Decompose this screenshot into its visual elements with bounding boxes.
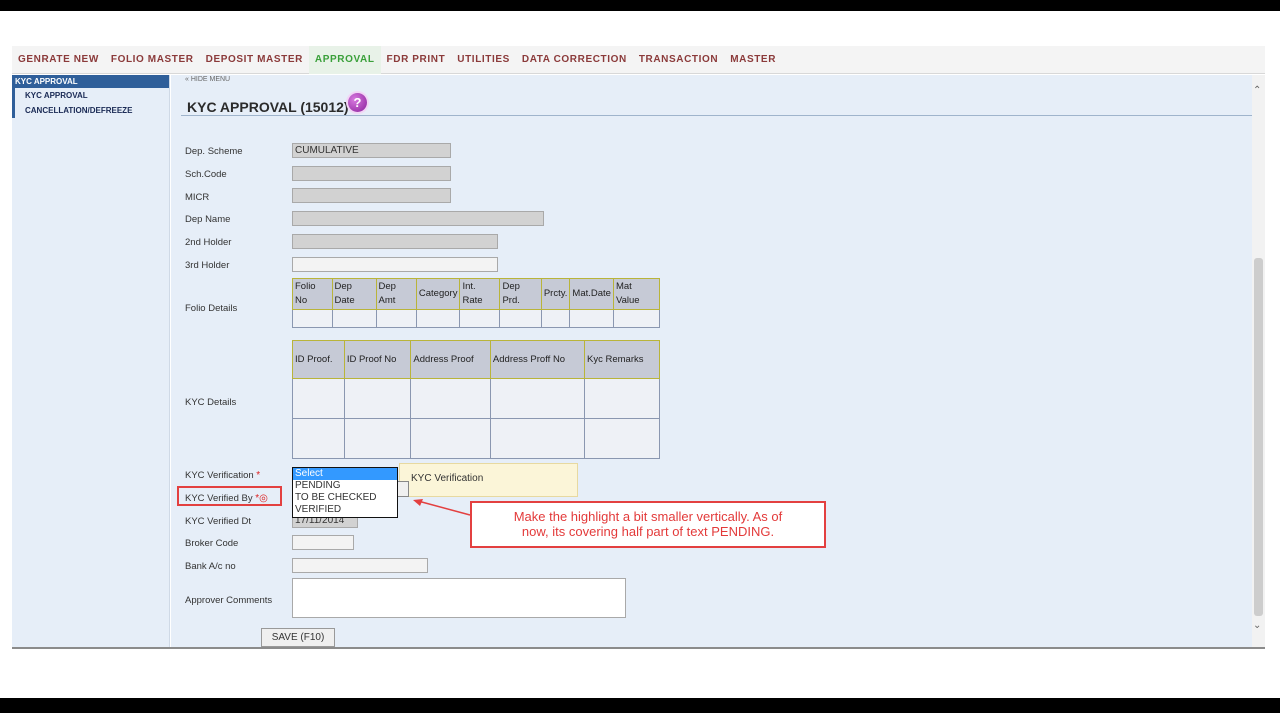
menu-approval[interactable]: APPROVAL bbox=[308, 45, 381, 74]
bottom-divider bbox=[12, 647, 1265, 649]
kyc-details-label: KYC Details bbox=[185, 397, 237, 408]
second-holder-field[interactable] bbox=[292, 234, 498, 249]
folio-details-label: Folio Details bbox=[185, 303, 238, 314]
sidebar-item-cancellation-defreeze[interactable]: CANCELLATION/DEFREEZE bbox=[12, 103, 169, 118]
annotation-callout: Make the highlight a bit smaller vertica… bbox=[470, 501, 826, 548]
kyc-col-kyc-remarks: Kyc Remarks bbox=[584, 340, 660, 379]
table-cell bbox=[489, 418, 586, 459]
table-cell bbox=[331, 309, 377, 328]
chevron-down-icon[interactable] bbox=[398, 481, 409, 497]
micr-label: MICR bbox=[185, 192, 210, 203]
micr-field[interactable] bbox=[292, 188, 451, 203]
table-cell bbox=[375, 309, 417, 328]
kyc-col-address-proof: Address Proof bbox=[410, 340, 491, 379]
sidebar: KYC APPROVAL KYC APPROVAL CANCELLATION/D… bbox=[12, 75, 170, 647]
select-option-to-be-checked[interactable]: TO BE CHECKED bbox=[293, 492, 397, 504]
scroll-up-icon[interactable]: ⌃ bbox=[1253, 85, 1261, 96]
select-option-select[interactable]: Select bbox=[293, 468, 397, 480]
dep-name-label: Dep Name bbox=[185, 214, 231, 225]
kyc-verification-tooltip: KYC Verification bbox=[399, 463, 578, 497]
table-cell bbox=[410, 418, 491, 459]
vertical-scrollbar[interactable]: ⌃ ⌄ bbox=[1252, 75, 1265, 647]
table-cell bbox=[292, 378, 345, 419]
title-divider bbox=[181, 115, 1252, 116]
table-row bbox=[292, 418, 660, 459]
table-cell bbox=[410, 378, 491, 419]
menu-folio-master[interactable]: FOLIO MASTER bbox=[105, 46, 200, 74]
dep-scheme-field[interactable]: CUMULATIVE bbox=[292, 143, 451, 158]
kyc-verification-select[interactable]: Select PENDING TO BE CHECKED VERIFIED bbox=[292, 467, 398, 518]
kyc-details-table: ID Proof. ID Proof No Address Proof Addr… bbox=[292, 340, 660, 459]
sidebar-header[interactable]: KYC APPROVAL bbox=[12, 75, 169, 88]
sch-code-field[interactable] bbox=[292, 166, 451, 181]
folio-col-mat-value: Mat Value bbox=[612, 278, 661, 310]
folio-details-table: Folio No Dep Date Dep Amt Category Int. … bbox=[292, 278, 661, 328]
main-panel: « HIDE MENU KYC APPROVAL (15012) ? Dep. … bbox=[171, 75, 1252, 647]
annotation-text-line1: Make the highlight a bit smaller vertica… bbox=[513, 509, 783, 524]
table-cell bbox=[612, 309, 661, 328]
dep-scheme-label: Dep. Scheme bbox=[185, 146, 243, 157]
table-cell bbox=[489, 378, 586, 419]
folio-col-mat-date: Mat.Date bbox=[569, 278, 614, 310]
table-cell bbox=[540, 309, 571, 328]
table-cell bbox=[584, 378, 660, 419]
folio-col-prcty: Prcty. bbox=[540, 278, 571, 310]
kyc-verification-label: KYC Verification * bbox=[185, 470, 261, 481]
kyc-col-id-proof: ID Proof. bbox=[292, 340, 345, 379]
scroll-down-icon[interactable]: ⌄ bbox=[1253, 620, 1261, 631]
sidebar-item-kyc-approval[interactable]: KYC APPROVAL bbox=[12, 88, 169, 103]
annotation-highlight-box bbox=[177, 486, 282, 506]
broker-code-field[interactable] bbox=[292, 535, 354, 550]
scroll-thumb[interactable] bbox=[1254, 258, 1263, 616]
folio-col-int-rate: Int. Rate bbox=[459, 278, 501, 310]
save-button[interactable]: SAVE (F10) bbox=[261, 628, 335, 647]
second-holder-label: 2nd Holder bbox=[185, 237, 232, 248]
table-cell bbox=[292, 418, 345, 459]
approver-comments-textarea[interactable] bbox=[292, 578, 626, 618]
bank-ac-label: Bank A/c no bbox=[185, 561, 236, 572]
bottom-letterbox bbox=[0, 698, 1280, 713]
approver-comments-label: Approver Comments bbox=[185, 595, 273, 606]
folio-col-dep-amt: Dep Amt bbox=[375, 278, 417, 310]
menu-utilities[interactable]: UTILITIES bbox=[451, 46, 516, 74]
table-cell bbox=[343, 418, 412, 459]
menu-data-correction[interactable]: DATA CORRECTION bbox=[516, 46, 633, 74]
table-cell bbox=[292, 309, 333, 328]
kyc-verified-dt-label: KYC Verified Dt bbox=[185, 516, 251, 527]
menu-deposit-master[interactable]: DEPOSIT MASTER bbox=[200, 46, 309, 74]
table-cell bbox=[499, 309, 542, 328]
dep-name-field[interactable] bbox=[292, 211, 544, 226]
hide-menu-link[interactable]: « HIDE MENU bbox=[185, 76, 230, 83]
folio-col-category: Category bbox=[415, 278, 461, 310]
table-row bbox=[292, 309, 661, 328]
select-option-pending[interactable]: PENDING bbox=[293, 480, 397, 492]
bank-ac-field[interactable] bbox=[292, 558, 428, 573]
kyc-col-id-proof-no: ID Proof No bbox=[343, 340, 412, 379]
menu-fdr-print[interactable]: FDR PRINT bbox=[381, 46, 452, 74]
table-cell bbox=[569, 309, 614, 328]
folio-col-dep-date: Dep Date bbox=[331, 278, 377, 310]
menu-genrate-new[interactable]: GENRATE NEW bbox=[12, 46, 105, 74]
table-cell bbox=[415, 309, 461, 328]
top-menu-bar: GENRATE NEW FOLIO MASTER DEPOSIT MASTER … bbox=[12, 45, 1265, 74]
table-row bbox=[292, 378, 660, 419]
third-holder-field[interactable] bbox=[292, 257, 498, 272]
select-option-verified[interactable]: VERIFIED bbox=[293, 504, 397, 516]
folio-col-dep-prd: Dep Prd. bbox=[499, 278, 542, 310]
required-mark: * bbox=[256, 470, 261, 481]
table-cell bbox=[459, 309, 501, 328]
table-cell bbox=[584, 418, 660, 459]
third-holder-label: 3rd Holder bbox=[185, 260, 230, 271]
sch-code-label: Sch.Code bbox=[185, 169, 227, 180]
kyc-col-address-proof-no: Address Proff No bbox=[489, 340, 586, 379]
menu-master[interactable]: MASTER bbox=[724, 46, 782, 74]
help-icon[interactable]: ? bbox=[348, 93, 367, 112]
page-title: KYC APPROVAL (15012) bbox=[187, 99, 349, 115]
broker-code-label: Broker Code bbox=[185, 538, 239, 549]
menu-transaction[interactable]: TRANSACTION bbox=[633, 46, 724, 74]
top-letterbox bbox=[0, 0, 1280, 11]
annotation-text-line2: now, its covering half part of text PEND… bbox=[521, 524, 775, 539]
folio-col-folio-no: Folio No bbox=[292, 278, 333, 310]
table-cell bbox=[343, 378, 412, 419]
